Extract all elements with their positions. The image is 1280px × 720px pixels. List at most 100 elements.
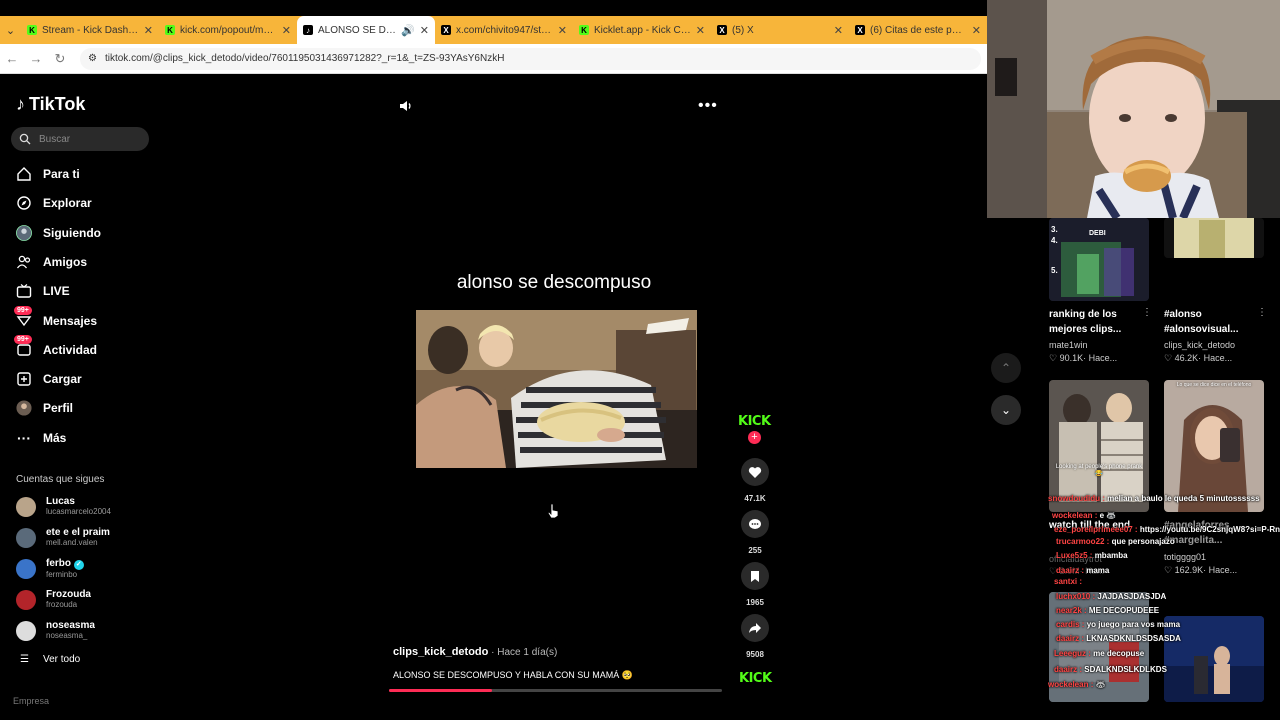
video-progress-bar[interactable] [389,689,722,692]
nav-item-para-ti[interactable]: Para ti [16,166,80,182]
browser-tab[interactable]: X (5) X ✕ [711,16,849,44]
close-tab-icon[interactable]: ✕ [558,24,567,37]
heart-icon: ♡ [1164,353,1175,363]
suggestion-2-more-icon[interactable]: ⋮ [1257,307,1267,318]
next-video-chevron-down-icon[interactable]: ⌄ [991,395,1021,425]
like-button[interactable]: 47.1K [740,458,770,503]
chat-message: wockelean : 🦝 [1048,680,1106,689]
tiktok-wordmark: TikTok [29,94,86,114]
tab-list-chevron-icon[interactable]: ⌄ [0,16,21,44]
follow-plus-button[interactable]: + [748,431,761,444]
chat-username: near2k : [1056,606,1087,615]
chat-text: mama [1084,566,1110,575]
tiktok-logo[interactable]: ♪ TikTok [16,94,85,115]
suggestion-1-more-icon[interactable]: ⋮ [1142,307,1152,318]
tab-title: Stream - Kick Dashboard [42,24,139,36]
video-frame-image [416,310,697,468]
nav-item-siguiendo[interactable]: Siguiendo [16,224,101,241]
creator-avatar-kick-logo[interactable]: KICK [738,414,771,429]
search-icon [19,133,31,145]
chat-message: daairz : LKNASDKNLDSDSASDA [1056,634,1181,643]
suggestion-2-author[interactable]: clips_kick_detodo [1164,340,1235,350]
nav-item-perfil[interactable]: Perfil [16,400,73,416]
suggestion-1-author[interactable]: mate1win [1049,340,1088,350]
previous-video-chevron-up-icon[interactable]: ⌃ [991,353,1021,383]
following-account[interactable]: ferbo ✓ ferminbo [16,558,84,580]
address-bar[interactable]: ⚙ tiktok.com/@clips_kick_detodo/video/76… [80,47,981,70]
suggested-video-thumb-4[interactable]: Lo que se dice dice en el teléfono [1164,380,1264,512]
suggested-video-thumb-1[interactable]: 3. 4. 5. DEBI [1049,218,1149,301]
chat-username: wockelean : [1052,511,1098,520]
reload-icon[interactable]: ↻ [48,51,72,67]
tab-title: kick.com/popout/meliang [180,24,277,36]
chat-username: cardis : [1056,620,1085,629]
suggestion-1-title[interactable]: ranking de los mejores clips... [1049,307,1121,337]
x-icon: X [717,25,727,35]
tiktok-sidebar: ♪ TikTok Buscar Para ti Explorar Siguiendo… [0,74,160,720]
close-tab-icon[interactable]: ✕ [696,24,705,37]
video-author[interactable]: clips_kick_detodo · Hace 1 día(s) [393,646,557,658]
avatar [16,589,36,610]
suggestion-4-author[interactable]: totigggg01 [1164,552,1206,562]
close-tab-icon[interactable]: ✕ [420,24,429,37]
browser-tab[interactable]: X (6) Citas de este post / X ✕ [849,16,987,44]
ranking-number-5: 5. [1051,266,1058,275]
compass-icon [16,195,32,211]
account-text: ferbo ✓ ferminbo [46,558,84,580]
chat-username: daairz : [1056,566,1085,575]
nav-item-actividad[interactable]: 99+ Actividad [14,334,97,358]
save-button[interactable]: 1965 [740,562,770,607]
site-settings-icon[interactable]: ⚙ [88,53,97,64]
chat-message: snowdoudidu : melian a baulo le queda 5 … [1048,494,1260,503]
following-account[interactable]: ete e el praim mell.and.valen [16,527,110,548]
browser-tab[interactable]: Xx.com/chivito947/status/ ✕ [435,16,573,44]
nav-item-explorar[interactable]: Explorar [16,195,92,211]
suggested-video-thumb-2[interactable] [1164,218,1264,258]
close-tab-icon[interactable]: ✕ [144,24,153,37]
close-tab-icon[interactable]: ✕ [972,24,981,37]
close-tab-icon[interactable]: ✕ [834,24,843,37]
nav-item-mensajes[interactable]: 99+ Mensajes [14,305,98,329]
nav-item-más[interactable]: ··· Más [16,430,66,446]
nav-item-amigos[interactable]: Amigos [16,254,87,270]
nav-label: Mensajes [43,313,98,328]
suggestion-4-views: 162.9K [1174,565,1204,575]
video-player[interactable] [416,310,697,468]
comment-button[interactable]: 255 [740,510,770,555]
chat-text: https://youtu.be/9C2snjqW8?si=P-Rn3T5e5s… [1139,525,1280,534]
activity-icon: 99+ [14,334,32,358]
browser-tab[interactable]: K Kicklet.app - Kick Chatbot ✕ [573,16,711,44]
more-options-icon[interactable]: ••• [698,97,718,115]
browser-tab[interactable]: K Stream - Kick Dashboard ✕ [21,16,159,44]
see-all-link[interactable]: ☰ Ver todo [20,654,80,665]
volume-icon[interactable] [398,98,414,114]
notification-badge: 99+ [14,334,32,344]
chat-message: wockelean : e 🦝 [1052,511,1116,520]
nav-item-cargar[interactable]: Cargar [16,371,82,387]
search-input[interactable]: Buscar [11,127,149,151]
suggestion-2-title[interactable]: #alonso #alonsovisual... [1164,307,1238,337]
chat-username: wockelean : [1048,680,1094,689]
account-name: Frozouda [46,589,91,600]
following-account[interactable]: Frozouda frozouda [16,589,91,610]
next-video-kick-logo[interactable]: KICK [739,671,772,686]
forward-arrow-icon[interactable]: → [24,51,48,66]
suggested-video-thumb-3[interactable]: Looking at people's phone prank 😂 [1049,380,1149,512]
suggestion-1-views: 90.1K [1059,353,1084,363]
heart-icon [741,458,769,486]
following-account[interactable]: noseasma noseasma_ [16,620,95,641]
nav-item-live[interactable]: LIVE [16,283,70,299]
account-text: Lucas lucasmarcelo2004 [46,496,111,517]
browser-tab[interactable]: ♪ ALONSO SE DESCOMP 🔊 ✕ [297,16,435,44]
author-username[interactable]: clips_kick_detodo [393,646,488,658]
avatar [16,527,36,548]
tab-title: (6) Citas de este post / X [870,24,967,36]
back-arrow-icon[interactable]: ← [0,51,24,66]
browser-tab[interactable]: Kkick.com/popout/meliang ✕ [159,16,297,44]
following-account[interactable]: Lucas lucasmarcelo2004 [16,496,111,517]
chat-username: snowdoudidu : [1048,494,1105,503]
close-tab-icon[interactable]: ✕ [282,24,291,37]
nav-label: Perfil [43,401,74,416]
share-button[interactable]: 9508 [740,614,770,659]
footer-company-link[interactable]: Empresa [13,696,49,706]
